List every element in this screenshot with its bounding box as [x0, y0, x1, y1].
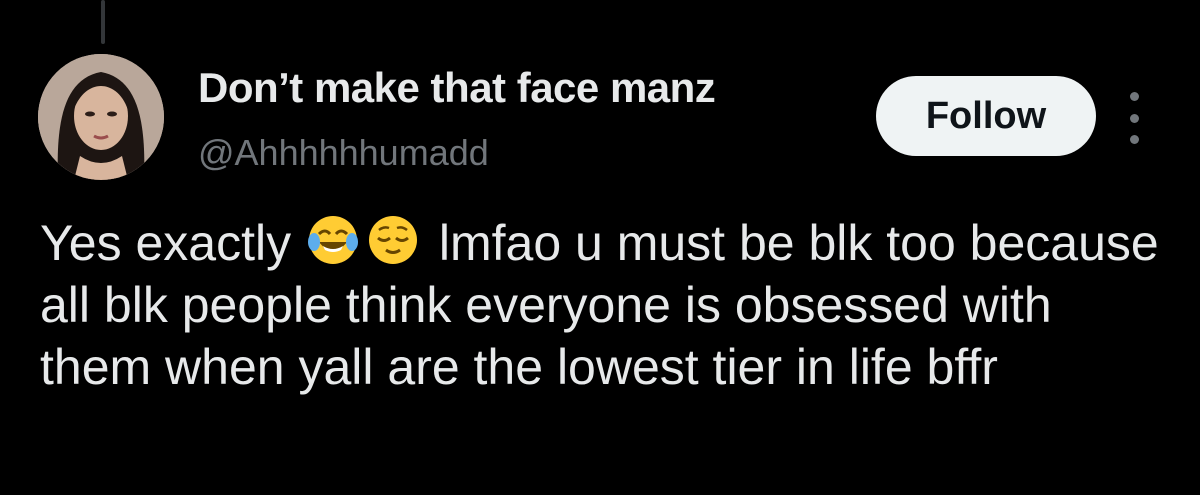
avatar[interactable]: [38, 54, 164, 180]
tweet-text: Yes exactly lmfao u must be blk too beca…: [40, 212, 1170, 398]
tweet-text-start: Yes exactly: [40, 215, 305, 271]
author-display-name[interactable]: Don’t make that face manz: [198, 64, 716, 112]
more-options-button[interactable]: [1116, 92, 1152, 144]
author-handle[interactable]: @Ahhhhhhumadd: [198, 132, 489, 174]
avatar-image: [38, 54, 164, 180]
face-with-tears-of-joy-icon: [307, 216, 358, 264]
more-dots-icon: [1129, 135, 1139, 144]
more-dots-icon: [1129, 92, 1139, 101]
thread-connector-line: [101, 0, 105, 44]
more-dots-icon: [1129, 113, 1139, 123]
relieved-face-icon: [368, 216, 417, 264]
follow-button[interactable]: Follow: [876, 76, 1096, 156]
